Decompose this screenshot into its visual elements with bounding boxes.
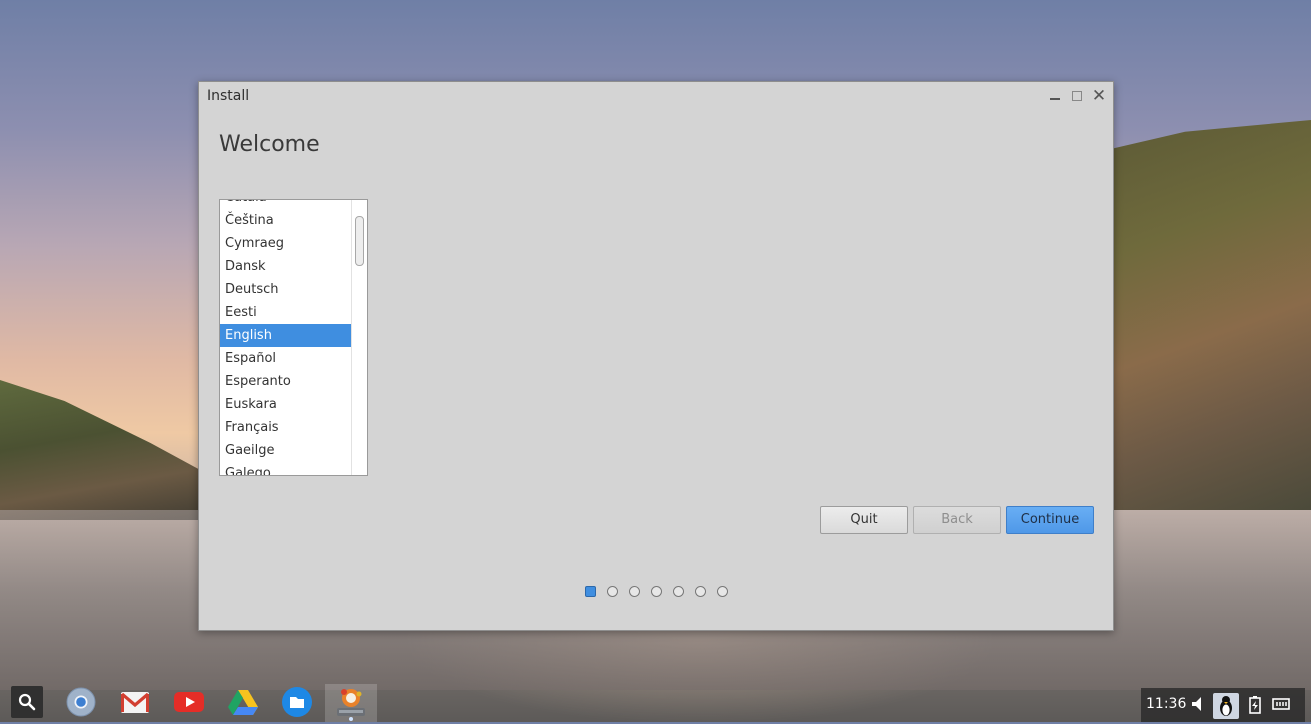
quit-button[interactable]: Quit xyxy=(820,506,908,534)
drive-app[interactable] xyxy=(227,686,259,718)
installer-app[interactable] xyxy=(325,684,377,722)
page-title: Welcome xyxy=(219,132,320,157)
language-item[interactable]: Français xyxy=(220,416,352,439)
maximize-button[interactable] xyxy=(1068,87,1086,105)
installer-icon xyxy=(337,689,365,716)
language-item[interactable]: Eesti xyxy=(220,301,352,324)
scrollbar-thumb[interactable] xyxy=(355,216,364,266)
search-icon xyxy=(18,693,36,711)
language-item[interactable]: Català xyxy=(220,200,352,209)
language-item[interactable]: Esperanto xyxy=(220,370,352,393)
chrome-icon xyxy=(66,687,96,717)
step-dot xyxy=(717,586,728,597)
status-tray[interactable]: 11:36 xyxy=(1141,688,1305,722)
language-item[interactable]: Čeština xyxy=(220,209,352,232)
clock[interactable]: 11:36 xyxy=(1146,696,1186,712)
language-item[interactable]: Gaeilge xyxy=(220,439,352,462)
language-item[interactable]: Cymraeg xyxy=(220,232,352,255)
volume-icon[interactable] xyxy=(1189,695,1209,715)
language-item[interactable]: Dansk xyxy=(220,255,352,278)
language-item[interactable]: Euskara xyxy=(220,393,352,416)
youtube-app[interactable] xyxy=(173,686,205,718)
step-dot xyxy=(651,586,662,597)
language-item[interactable]: Deutsch xyxy=(220,278,352,301)
network-icon[interactable] xyxy=(1271,695,1291,715)
gmail-icon xyxy=(120,692,150,713)
user-avatar-icon[interactable] xyxy=(1213,693,1239,719)
chrome-app[interactable] xyxy=(65,686,97,718)
folder-icon xyxy=(282,687,312,717)
battery-icon[interactable] xyxy=(1245,695,1265,715)
step-dot xyxy=(607,586,618,597)
close-button[interactable]: ✕ xyxy=(1090,87,1108,105)
language-item[interactable]: Español xyxy=(220,347,352,370)
minimize-icon xyxy=(1050,98,1060,100)
back-button[interactable]: Back xyxy=(913,506,1001,534)
step-dot-active xyxy=(585,586,596,597)
drive-icon xyxy=(228,690,258,715)
step-dot xyxy=(673,586,684,597)
window-titlebar[interactable]: Install ✕ xyxy=(199,82,1113,110)
language-item-selected[interactable]: English xyxy=(220,324,352,347)
launcher-button[interactable] xyxy=(11,686,43,718)
continue-button[interactable]: Continue xyxy=(1006,506,1094,534)
window-title: Install xyxy=(207,88,250,104)
files-app[interactable] xyxy=(281,686,313,718)
step-dot xyxy=(695,586,706,597)
wallpaper-cliff xyxy=(1101,120,1311,510)
running-indicator xyxy=(349,717,353,721)
close-icon: ✕ xyxy=(1091,86,1107,106)
install-window: Install ✕ Welcome Català Čeština Cymraeg… xyxy=(198,81,1114,631)
youtube-icon xyxy=(174,692,204,712)
maximize-icon xyxy=(1072,91,1082,101)
gmail-app[interactable] xyxy=(119,686,151,718)
language-item[interactable]: Galego xyxy=(220,462,352,475)
language-list-scrollbar[interactable] xyxy=(351,200,367,475)
wallpaper-hill xyxy=(0,380,215,520)
language-list[interactable]: Català Čeština Cymraeg Dansk Deutsch Ees… xyxy=(219,199,368,476)
step-dot xyxy=(629,586,640,597)
minimize-button[interactable] xyxy=(1046,87,1064,105)
